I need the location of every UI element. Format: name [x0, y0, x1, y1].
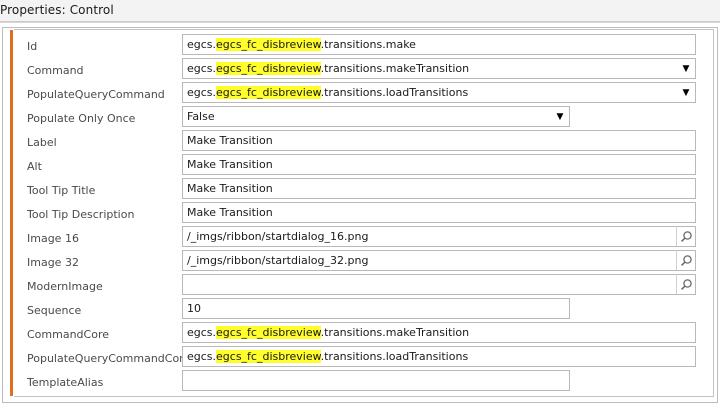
populate-query-command-core-prefix: egcs. [187, 350, 217, 363]
property-row-alt: Alt Make Transition [0, 154, 720, 178]
label-field[interactable]: Make Transition [182, 130, 696, 151]
populate-query-command-core-highlight: egcs_fc_disbreview [216, 350, 321, 363]
property-label-populate-only-once: Populate Only Once [27, 112, 136, 125]
panel-title: Properties: Control [0, 3, 114, 17]
command-select-suffix: .transitions.makeTransition [320, 62, 470, 75]
property-row-populate-only-once: Populate Only Once False ▼ [0, 106, 720, 130]
property-row-command-core: CommandCore egcs.egcs_fc_disbreview.tran… [0, 322, 720, 346]
command-core-highlight: egcs_fc_disbreview [216, 326, 321, 339]
command-select-highlight: egcs_fc_disbreview [216, 62, 321, 75]
property-row-tool-tip-description: Tool Tip Description Make Transition [0, 202, 720, 226]
image-32-lookup-button[interactable] [676, 250, 696, 271]
property-label-alt: Alt [27, 160, 42, 173]
populate-only-once-value: False [187, 110, 215, 123]
populate-query-command-core-suffix: .transitions.loadTransitions [320, 350, 469, 363]
property-label-sequence: Sequence [27, 304, 82, 317]
modern-image-lookup-button[interactable] [676, 274, 696, 295]
alt-field[interactable]: Make Transition [182, 154, 696, 175]
property-row-image-32: Image 32 /_imgs/ribbon/startdialog_32.pn… [0, 250, 720, 274]
magnifier-icon [681, 255, 692, 266]
header-divider [0, 22, 720, 23]
property-label-image-32: Image 32 [27, 256, 79, 269]
property-row-command: Command egcs.egcs_fc_disbreview.transiti… [0, 58, 720, 82]
command-select[interactable]: egcs.egcs_fc_disbreview.transitions.make… [182, 58, 696, 79]
populate-query-command-highlight: egcs_fc_disbreview [216, 86, 321, 99]
populate-query-command-suffix: .transitions.loadTransitions [320, 86, 469, 99]
image-16-lookup-button[interactable] [676, 226, 696, 247]
panel-header: Properties: Control [0, 0, 720, 22]
id-field-suffix: .transitions.make [320, 38, 416, 51]
property-label-populate-query-command-core: PopulateQueryCommandCore [27, 352, 191, 365]
id-field-prefix: egcs. [187, 38, 217, 51]
property-label-command-core: CommandCore [27, 328, 109, 341]
command-core-prefix: egcs. [187, 326, 217, 339]
property-row-populate-query-command-core: PopulateQueryCommandCore egcs.egcs_fc_di… [0, 346, 720, 370]
id-field-highlight: egcs_fc_disbreview [216, 38, 321, 51]
populate-query-command-core-field[interactable]: egcs.egcs_fc_disbreview.transitions.load… [182, 346, 696, 367]
property-label-template-alias: TemplateAlias [27, 376, 104, 389]
id-field[interactable]: egcs.egcs_fc_disbreview.transitions.make [182, 34, 696, 55]
property-row-template-alias: TemplateAlias [0, 370, 720, 394]
property-label-id: Id [27, 40, 38, 53]
command-core-suffix: .transitions.makeTransition [320, 326, 470, 339]
property-row-tool-tip-title: Tool Tip Title Make Transition [0, 178, 720, 202]
populate-query-command-prefix: egcs. [187, 86, 217, 99]
template-alias-field[interactable] [182, 370, 570, 391]
command-select-prefix: egcs. [187, 62, 217, 75]
property-row-label: Label Make Transition [0, 130, 720, 154]
image-32-field[interactable]: /_imgs/ribbon/startdialog_32.png [182, 250, 677, 271]
property-label-populate-query-command: PopulateQueryCommand [27, 88, 165, 101]
property-label-label: Label [27, 136, 57, 149]
triangle-down-icon[interactable]: ▼ [680, 63, 692, 75]
property-row-id: Id egcs.egcs_fc_disbreview.transitions.m… [0, 34, 720, 58]
property-row-populate-query-command: PopulateQueryCommand egcs.egcs_fc_disbre… [0, 82, 720, 106]
sequence-field[interactable]: 10 [182, 298, 570, 319]
property-label-image-16: Image 16 [27, 232, 79, 245]
triangle-down-icon[interactable]: ▼ [554, 111, 566, 123]
property-label-modern-image: ModernImage [27, 280, 103, 293]
tool-tip-description-field[interactable]: Make Transition [182, 202, 696, 223]
populate-only-once-select[interactable]: False ▼ [182, 106, 570, 127]
image-16-field[interactable]: /_imgs/ribbon/startdialog_16.png [182, 226, 677, 247]
property-row-sequence: Sequence 10 [0, 298, 720, 322]
magnifier-icon [681, 231, 692, 242]
property-label-tool-tip-title: Tool Tip Title [27, 184, 96, 197]
command-core-field[interactable]: egcs.egcs_fc_disbreview.transitions.make… [182, 322, 696, 343]
property-label-command: Command [27, 64, 84, 77]
property-row-image-16: Image 16 /_imgs/ribbon/startdialog_16.pn… [0, 226, 720, 250]
modern-image-field[interactable] [182, 274, 677, 295]
property-row-modern-image: ModernImage [0, 274, 720, 298]
magnifier-icon [681, 279, 692, 290]
property-label-tool-tip-description: Tool Tip Description [27, 208, 135, 221]
tool-tip-title-field[interactable]: Make Transition [182, 178, 696, 199]
populate-query-command-select[interactable]: egcs.egcs_fc_disbreview.transitions.load… [182, 82, 696, 103]
triangle-down-icon[interactable]: ▼ [680, 87, 692, 99]
